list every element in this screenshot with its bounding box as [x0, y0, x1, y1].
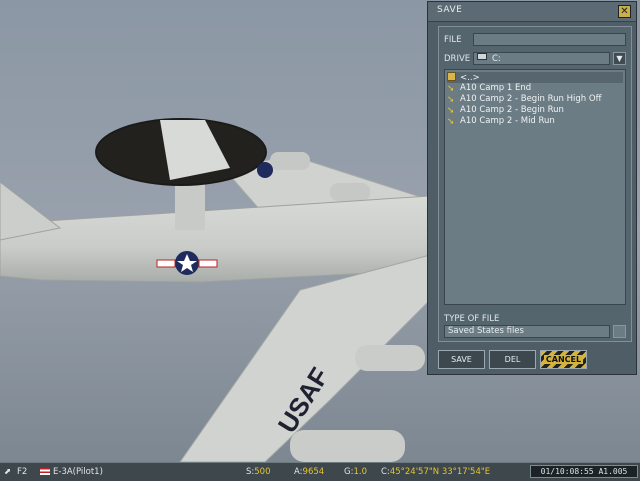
status-bar: ⬈ F2 E-3A(Pilot1) S:500 A:9654 G:1.0 C:4… — [0, 462, 640, 481]
file-icon: ➘ — [447, 95, 455, 105]
file-icon: ➘ — [447, 106, 455, 116]
view-key: F2 — [17, 467, 28, 477]
drive-label: DRIVE — [444, 54, 471, 64]
file-type-dropdown-button[interactable] — [613, 325, 626, 338]
drive-icon — [477, 53, 487, 60]
list-item[interactable]: ➘ A10 Camp 1 End — [447, 83, 531, 94]
g-readout: G:1.0 — [344, 467, 367, 477]
drive-select[interactable]: C: — [473, 52, 610, 65]
folder-up-icon — [447, 72, 456, 81]
list-item[interactable]: ➘ A10 Camp 2 - Mid Run — [447, 116, 555, 127]
delete-button[interactable]: DEL — [489, 350, 536, 369]
list-item-label: A10 Camp 2 - Begin Run High Off — [460, 94, 602, 104]
dialog-title: SAVE — [437, 5, 463, 15]
type-of-file-label: TYPE OF FILE — [444, 314, 500, 324]
mission-clock: 01/10:08:55 A1.005 — [530, 465, 638, 478]
speed-readout: S:500 — [246, 467, 271, 477]
save-button[interactable]: SAVE — [438, 350, 485, 369]
file-list[interactable]: <..> ➘ A10 Camp 1 End ➘ A10 Camp 2 - Begin… — [444, 69, 626, 305]
view-icon: ⬈ — [4, 467, 12, 477]
file-icon: ➘ — [447, 117, 455, 127]
list-item-label: <..> — [460, 73, 480, 83]
coordinates-readout: C:45°24'57"N 33°17'54"E — [381, 467, 491, 477]
altitude-readout: A:9654 — [294, 467, 325, 477]
close-icon[interactable]: ✕ — [618, 5, 631, 18]
chevron-down-icon[interactable]: ▼ — [613, 52, 626, 65]
dialog-body: FILE DRIVE C: ▼ <..> ➘ A10 Camp 1 End ➘ A1… — [438, 26, 632, 342]
aircraft-name: E-3A(Pilot1) — [53, 467, 103, 477]
dialog-titlebar: SAVE ✕ — [428, 2, 636, 22]
file-icon: ➘ — [447, 84, 455, 94]
cancel-button[interactable]: CANCEL — [540, 350, 587, 369]
list-item-label: A10 Camp 1 End — [460, 83, 532, 93]
save-dialog: SAVE ✕ FILE DRIVE C: ▼ <..> ➘ A10 Camp 1 … — [427, 1, 637, 375]
list-item[interactable]: <..> — [447, 72, 623, 83]
list-item[interactable]: ➘ A10 Camp 2 - Begin Run High Off — [447, 94, 601, 105]
drive-value: C: — [492, 54, 501, 64]
file-type-select[interactable]: Saved States files — [444, 325, 610, 338]
list-item-label: A10 Camp 2 - Begin Run — [460, 105, 564, 115]
list-item-label: A10 Camp 2 - Mid Run — [460, 116, 555, 126]
flag-icon — [40, 468, 50, 475]
list-item[interactable]: ➘ A10 Camp 2 - Begin Run — [447, 105, 564, 116]
cancel-button-label: CANCEL — [543, 355, 584, 364]
file-label: FILE — [444, 35, 462, 45]
file-name-input[interactable] — [473, 33, 626, 46]
